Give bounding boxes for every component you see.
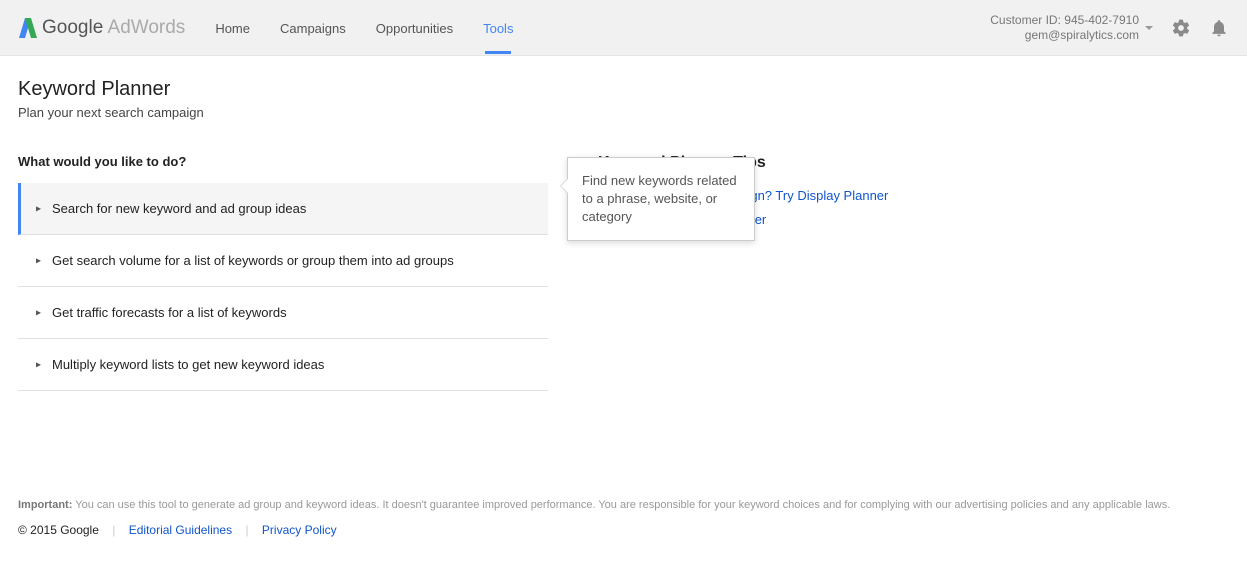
- option-multiply-lists[interactable]: Multiply keyword lists to get new keywor…: [18, 339, 548, 391]
- copyright: © 2015 Google: [18, 523, 99, 537]
- chevron-down-icon: [1145, 26, 1153, 30]
- option-tooltip: Find new keywords related to a phrase, w…: [567, 157, 755, 241]
- notifications-button[interactable]: [1209, 18, 1229, 38]
- topbar-right: Customer ID: 945-402-7910 gem@spiralytic…: [990, 13, 1229, 43]
- link-privacy-policy[interactable]: Privacy Policy: [262, 523, 337, 537]
- logo[interactable]: Google AdWords: [18, 16, 185, 40]
- bell-icon: [1209, 18, 1229, 38]
- gear-icon: [1171, 18, 1191, 38]
- tip-link-display-planner[interactable]: paign? Try Display Planner: [733, 184, 1098, 208]
- tooltip-text: Find new keywords related to a phrase, w…: [582, 173, 737, 224]
- nav-opportunities[interactable]: Opportunities: [376, 3, 453, 52]
- nav-tools[interactable]: Tools: [483, 3, 513, 52]
- options-prompt: What would you like to do?: [18, 154, 548, 169]
- top-bar: Google AdWords Home Campaigns Opportunit…: [0, 0, 1247, 56]
- account-menu[interactable]: Customer ID: 945-402-7910 gem@spiralytic…: [990, 13, 1153, 43]
- account-email: gem@spiralytics.com: [990, 28, 1139, 43]
- link-editorial-guidelines[interactable]: Editorial Guidelines: [129, 523, 232, 537]
- option-search-new-keyword[interactable]: Search for new keyword and ad group idea…: [18, 183, 548, 235]
- settings-button[interactable]: [1171, 18, 1191, 38]
- footer: Important: You can use this tool to gene…: [0, 481, 1247, 555]
- option-traffic-forecasts[interactable]: Get traffic forecasts for a list of keyw…: [18, 287, 548, 339]
- important-note: Important: You can use this tool to gene…: [18, 499, 1229, 511]
- logo-text: Google AdWords: [42, 17, 185, 39]
- customer-id: Customer ID: 945-402-7910: [990, 13, 1139, 28]
- adwords-icon: [18, 16, 38, 40]
- nav-home[interactable]: Home: [215, 3, 250, 52]
- tip-link-2[interactable]: anner: [733, 208, 1098, 232]
- option-search-volume[interactable]: Get search volume for a list of keywords…: [18, 235, 548, 287]
- nav-campaigns[interactable]: Campaigns: [280, 3, 346, 52]
- page-title: Keyword Planner: [18, 78, 1229, 101]
- page-subtitle: Plan your next search campaign: [18, 105, 1229, 120]
- options-panel: What would you like to do? Search for ne…: [18, 154, 548, 391]
- main-content: Keyword Planner Plan your next search ca…: [0, 56, 1247, 401]
- footer-links: © 2015 Google | Editorial Guidelines | P…: [18, 523, 1229, 537]
- main-nav: Home Campaigns Opportunities Tools: [215, 3, 513, 52]
